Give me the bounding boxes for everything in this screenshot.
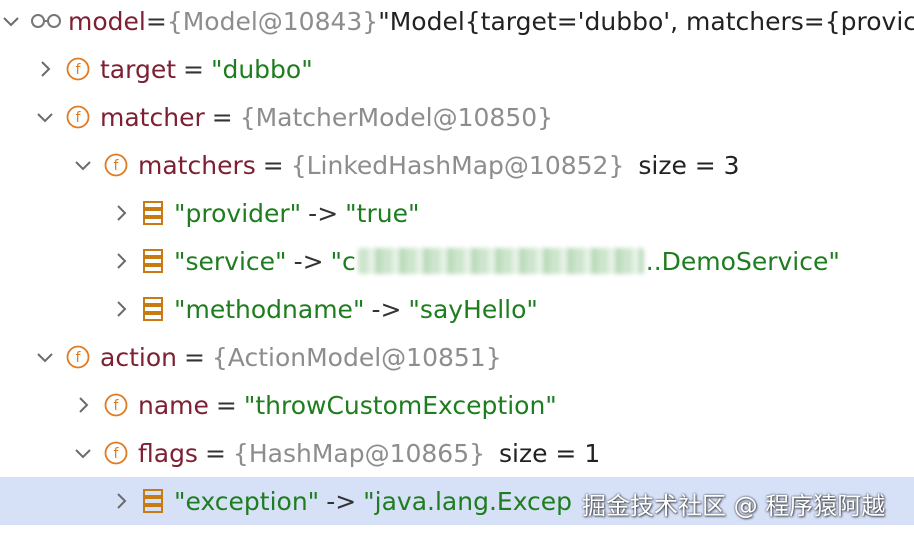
chevron-right-icon[interactable] [72,394,94,416]
watermark: 掘金技术社区 @ 程序猿阿越 [582,492,886,520]
svg-text:f: f [76,110,82,126]
entry-key: "provider" [174,198,302,228]
field-name: name [138,390,209,420]
entry-value-end: ..DemoService" [645,246,840,276]
string-value: "dubbo" [210,54,313,84]
object-tostring: "Model{target='dubbo', matchers={provic [378,6,914,36]
svg-text:f: f [76,62,82,78]
tree-row-entry-provider[interactable]: "provider" -> "true" [0,189,914,237]
tree-row-matcher[interactable]: f matcher = {MatcherModel@10850} [0,93,914,141]
equals-sign: = [211,102,233,132]
map-entry-icon [142,296,164,322]
chevron-down-icon[interactable] [34,106,56,128]
equals-sign: = [183,54,204,84]
chevron-right-icon[interactable] [110,298,132,320]
entry-key: "exception" [174,486,320,516]
chevron-down-icon[interactable] [72,442,94,464]
equals-sign: = [204,438,226,468]
entry-value-start: "c [330,246,356,276]
collection-size: size = 3 [638,150,740,180]
field-icon: f [104,153,128,177]
tree-row-target[interactable]: f target = "dubbo" [0,45,914,93]
entry-value: "true" [345,198,420,228]
tree-row-name[interactable]: f name = "throwCustomException" [0,381,914,429]
object-reference: {HashMap@10865} [232,438,486,468]
equals-sign: = [215,390,237,420]
tree-row-action[interactable]: f action = {ActionModel@10851} [0,333,914,381]
string-value: "throwCustomException" [243,390,557,420]
tree-row-entry-service[interactable]: "service" -> "c ..DemoService" [0,237,914,285]
equals-sign: = [183,342,205,372]
field-name: action [100,342,177,372]
equals-sign: = [262,150,284,180]
variable-name: model [68,6,146,36]
svg-text:f: f [114,446,120,462]
redacted-text [357,248,644,274]
object-reference: {Model@10843} [166,6,379,36]
tree-row-matchers[interactable]: f matchers = {LinkedHashMap@10852} size … [0,141,914,189]
tree-row-flags[interactable]: f flags = {HashMap@10865} size = 1 [0,429,914,477]
entry-value: "sayHello" [408,294,538,324]
map-entry-icon [142,488,164,514]
entry-arrow: -> [308,198,339,228]
object-reference: {LinkedHashMap@10852} [290,150,625,180]
chevron-right-icon[interactable] [110,490,132,512]
entry-value: "java.lang.Excep [363,486,573,516]
object-reference: {ActionModel@10851} [211,342,502,372]
tree-row-model[interactable]: model = {Model@10843} "Model{target='dub… [0,0,914,45]
tree-row-entry-methodname[interactable]: "methodname" -> "sayHello" [0,285,914,333]
map-entry-icon [142,200,164,226]
chevron-down-icon[interactable] [34,346,56,368]
svg-text:f: f [114,398,120,414]
field-icon: f [104,441,128,465]
svg-text:f: f [114,158,120,174]
field-icon: f [66,57,90,81]
field-icon: f [104,393,128,417]
field-icon: f [66,345,90,369]
field-name: flags [138,438,198,468]
chevron-down-icon[interactable] [0,10,22,32]
chevron-right-icon[interactable] [110,202,132,224]
map-entry-icon [142,248,164,274]
chevron-down-icon[interactable] [72,154,94,176]
field-name: target [100,54,177,84]
chevron-right-icon[interactable] [110,250,132,272]
entry-key: "service" [174,246,287,276]
entry-arrow: -> [371,294,402,324]
entry-arrow: -> [326,486,357,516]
object-reference: {MatcherModel@10850} [239,102,554,132]
field-name: matcher [100,102,205,132]
equals-sign: = [145,6,167,36]
svg-text:f: f [76,350,82,366]
chevron-right-icon[interactable] [34,58,56,80]
collection-size: size = 1 [499,438,601,468]
field-icon: f [66,105,90,129]
field-name: matchers [138,150,256,180]
watch-glasses-icon [30,10,62,32]
entry-key: "methodname" [174,294,365,324]
entry-arrow: -> [293,246,324,276]
